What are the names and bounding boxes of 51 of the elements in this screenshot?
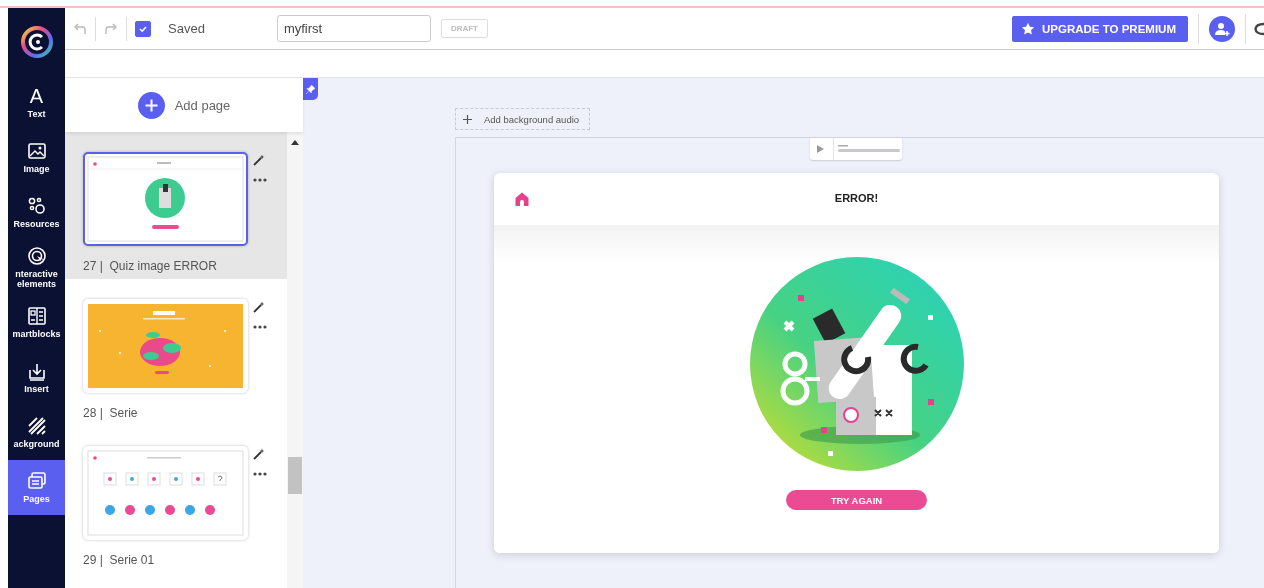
status-badge: DRAFT [440,19,488,38]
page-title: 28 | Serie [83,406,139,420]
audio-progress-drawing [838,145,900,153]
more-options-icon[interactable] [253,472,267,476]
scroll-up-icon [291,140,299,145]
nav-item[interactable]: ackground [8,405,65,460]
star-icon [1021,21,1036,36]
plus-icon [463,114,472,124]
resources-icon [26,196,47,216]
saved-checkbox[interactable] [135,20,151,37]
saved-label: Saved [168,21,205,36]
pages-icon [26,471,47,491]
play-icon [817,145,824,153]
add-user-icon [1214,20,1230,37]
logo-icon [20,25,53,58]
scrollbar[interactable] [287,132,303,588]
insert-icon [26,361,47,381]
background-icon [26,416,47,436]
add-user-button[interactable] [1209,15,1235,42]
try-again-button[interactable]: TRY AGAIN [786,490,927,510]
magic-wand-icon[interactable] [253,154,265,166]
undo-icon [73,21,87,36]
home-icon[interactable] [515,192,529,206]
pin-icon [306,84,315,94]
upgrade-button[interactable]: UPGRADE TO PREMIUM [1012,15,1188,42]
smartblocks-icon [26,306,47,326]
page-title: 27 | Quiz image ERROR [83,259,218,273]
more-options-icon[interactable] [253,178,267,182]
pin-tab[interactable] [303,78,318,100]
more-options-icon[interactable] [253,325,267,329]
page-title: 29 | Serie 01 [83,553,156,567]
add-page-button[interactable]: Add page [137,91,231,119]
nav-item[interactable]: Image [8,130,65,185]
scrollbar-thumb[interactable] [288,457,302,494]
text-icon: A [29,86,44,106]
redo-icon [104,21,118,36]
nav-item[interactable]: Insert [8,350,65,405]
page-heading: ERROR! [834,192,879,204]
preview-icon [1254,21,1264,36]
nav-item[interactable]: A Text [8,75,65,130]
nav-item[interactable]: Resources [8,185,65,240]
magic-wand-icon[interactable] [253,448,265,460]
magic-wand-icon[interactable] [253,301,265,313]
interactive-icon [26,246,47,266]
title-field[interactable]: myfirst [276,15,431,42]
add-audio-button[interactable]: Add background audio [455,108,591,130]
image-icon [26,141,47,161]
plus-icon [137,91,165,119]
nav-item[interactable]: nteractive elements [8,240,65,295]
nav-item[interactable]: Pages [8,460,65,515]
nav-item[interactable]: martblocks [8,295,65,350]
